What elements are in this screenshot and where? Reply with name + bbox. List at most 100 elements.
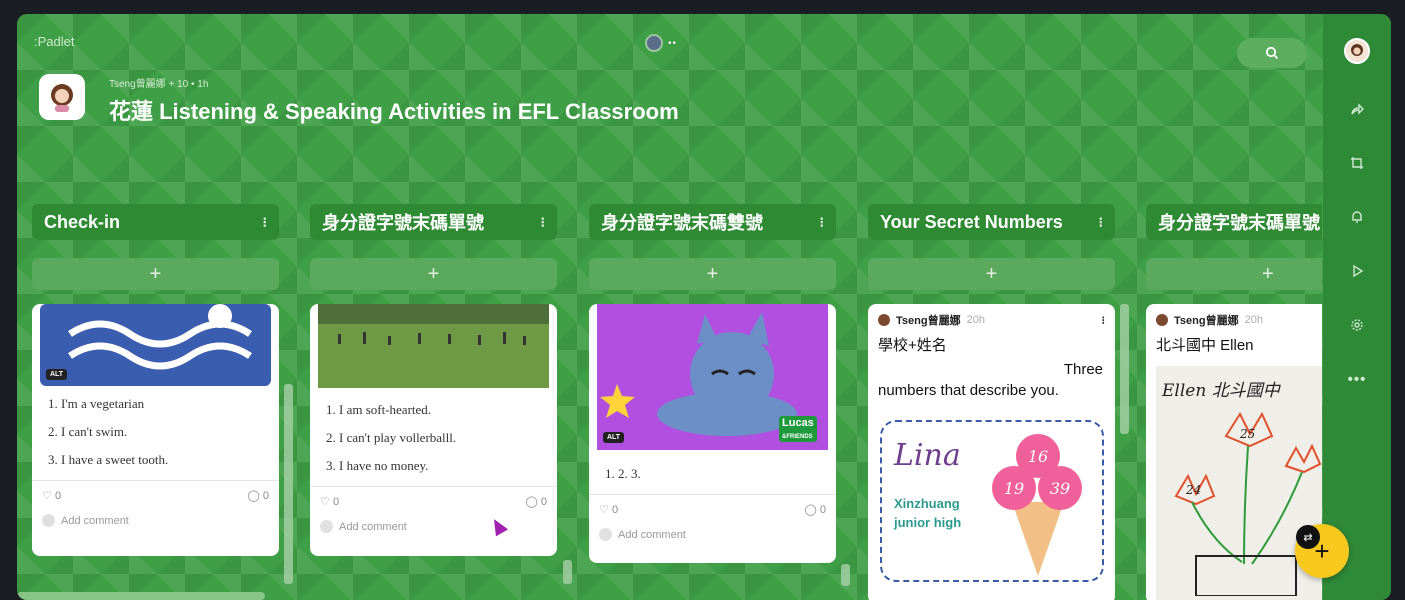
- post-body-line1: Three: [1063, 361, 1103, 378]
- share-button[interactable]: [1340, 92, 1374, 126]
- comment-button[interactable]: ◯ 0: [805, 503, 827, 516]
- post-card[interactable]: ALT Lucas &FRIENDS 1. 2. 3. ♡ 0 ◯ 0 Add …: [589, 304, 836, 563]
- post-card[interactable]: Tseng曾麗娜 20h ⁝ 學校+姓名 Three numbers that …: [868, 304, 1115, 600]
- share-icon: [1351, 103, 1364, 115]
- comment-icon: ◯: [525, 496, 538, 508]
- presence-indicator[interactable]: ••: [645, 34, 677, 52]
- comment-count: 0: [262, 490, 269, 502]
- author-avatar: [1156, 314, 1168, 326]
- post-footer: ♡ 0 ◯ 0: [589, 495, 836, 516]
- add-post-button[interactable]: +: [32, 258, 279, 290]
- column-scrollbar[interactable]: [563, 560, 572, 584]
- add-post-button[interactable]: +: [310, 258, 557, 290]
- add-comment-field[interactable]: Add comment: [310, 508, 557, 543]
- column-title: 身分證字號末碼單號: [1158, 213, 1320, 233]
- add-post-button[interactable]: +: [868, 258, 1115, 290]
- column-menu-icon[interactable]: ⁝: [820, 214, 824, 231]
- heart-icon: ♡: [320, 496, 330, 508]
- scoop-number: 16: [1028, 447, 1048, 466]
- notifications-button[interactable]: [1340, 200, 1374, 234]
- handwriting: Ellen 北斗國中: [1162, 381, 1280, 401]
- board-avatar[interactable]: [39, 74, 85, 120]
- column-scrollbar[interactable]: [841, 564, 850, 586]
- search-button[interactable]: [1237, 38, 1307, 68]
- column-header[interactable]: 身分證字號末碼單號 ⁝: [310, 204, 557, 240]
- post-title: 北斗國中 Ellen: [1156, 337, 1254, 354]
- avatar-icon: [51, 84, 73, 112]
- column-title: 身分證字號末碼單號: [322, 213, 484, 233]
- comment-button[interactable]: ◯ 0: [248, 489, 270, 502]
- add-comment-label: Add comment: [61, 514, 129, 527]
- user-avatar: [42, 514, 55, 527]
- author-avatar: [878, 314, 890, 326]
- post-card[interactable]: ALT 1. I'm a vegetarian 2. I can't swim.…: [32, 304, 279, 556]
- add-post-button[interactable]: +: [1146, 258, 1322, 290]
- horizontal-scrollbar[interactable]: [17, 592, 265, 600]
- column-menu-icon[interactable]: ⁝: [541, 214, 545, 231]
- post-body: 1. I am soft-hearted. 2. I can't play vo…: [310, 388, 557, 474]
- add-post-button[interactable]: +: [589, 258, 836, 290]
- viewer-avatar: [645, 34, 663, 52]
- list-item: 3. I have a sweet tooth.: [48, 452, 169, 467]
- padlet-logo[interactable]: :Padlet: [34, 34, 74, 49]
- user-avatar: [599, 528, 612, 541]
- presence-dots: ••: [668, 37, 678, 49]
- column-scrollbar[interactable]: [1120, 304, 1129, 434]
- settings-button[interactable]: [1340, 308, 1374, 342]
- padlet-board: :Padlet •• Tseng曾麗娜 + 10 • 1h 花蓮 Listeni…: [17, 14, 1391, 600]
- column-check-in: Check-in ⁝ +: [32, 204, 279, 290]
- like-button[interactable]: ♡ 0: [42, 489, 61, 502]
- like-count: 0: [54, 490, 62, 502]
- column-even-id: 身分證字號末碼雙號 ⁝ +: [589, 204, 836, 290]
- column-menu-icon[interactable]: ⁝: [263, 214, 267, 231]
- list-item: 2. I can't swim.: [48, 424, 128, 439]
- column-header[interactable]: 身分證字號末碼單號: [1146, 204, 1322, 240]
- more-button[interactable]: •••: [1340, 362, 1374, 396]
- alt-badge[interactable]: ALT: [603, 432, 625, 443]
- column-header[interactable]: Your Secret Numbers ⁝: [868, 204, 1115, 240]
- frame-button[interactable]: [1340, 146, 1374, 180]
- column-header[interactable]: 身分證字號末碼雙號 ⁝: [589, 204, 836, 240]
- gear-icon: [1351, 319, 1363, 331]
- remake-icon[interactable]: ⇄: [1296, 525, 1320, 549]
- like-button[interactable]: ♡ 0: [320, 495, 339, 508]
- like-count: 0: [611, 504, 619, 516]
- frame-icon: [1351, 157, 1363, 169]
- post-menu-icon[interactable]: ⁝: [1102, 314, 1106, 327]
- comment-button[interactable]: ◯ 0: [526, 495, 548, 508]
- flower-drawing: 24 25: [1174, 411, 1322, 596]
- comment-icon: ◯: [247, 490, 260, 502]
- search-icon: [1265, 46, 1279, 60]
- add-comment-field[interactable]: Add comment: [32, 502, 279, 537]
- column-menu-icon[interactable]: ⁝: [1099, 214, 1103, 231]
- post-footer: ♡ 0 ◯ 0: [32, 481, 279, 502]
- like-button[interactable]: ♡ 0: [599, 503, 618, 516]
- post-title: 學校+姓名: [878, 337, 947, 354]
- field-photo[interactable]: [318, 304, 549, 388]
- ice-cream-graphic: 16 19 39: [992, 434, 1082, 576]
- alt-badge[interactable]: ALT: [46, 369, 68, 380]
- comment-icon: ◯: [804, 504, 817, 516]
- list-item: 1. I'm a vegetarian: [48, 396, 145, 411]
- post-card[interactable]: 1. I am soft-hearted. 2. I can't play vo…: [310, 304, 557, 556]
- comment-count: 0: [819, 504, 826, 516]
- post-author: Tseng曾麗娜 20h: [1146, 304, 1322, 328]
- user-avatar: [320, 520, 333, 533]
- post-author: Tseng曾麗娜 20h ⁝: [868, 304, 1115, 328]
- list-item: 2. I can't play vollerballl.: [326, 430, 457, 445]
- author-name: Tseng曾麗娜: [1174, 315, 1239, 327]
- right-toolbar: •••: [1323, 14, 1391, 600]
- ice-cream-image[interactable]: Lina Xinzhuang junior high 16 19 39: [880, 420, 1104, 582]
- account-avatar[interactable]: [1344, 38, 1370, 64]
- author-name: Tseng曾麗娜: [896, 315, 961, 327]
- flower-number: 24: [1185, 483, 1201, 497]
- post-body: 1. 2. 3.: [589, 450, 836, 482]
- column-scrollbar[interactable]: [284, 384, 293, 584]
- column-header[interactable]: Check-in ⁝: [32, 204, 279, 240]
- column-title: 身分證字號末碼雙號: [601, 213, 763, 233]
- column-odd-id-2: 身分證字號末碼單號 +: [1146, 204, 1322, 290]
- add-comment-field[interactable]: Add comment: [589, 516, 836, 551]
- slideshow-button[interactable]: [1340, 254, 1374, 288]
- drawing-image[interactable]: Ellen 北斗國中 24 25: [1156, 366, 1322, 600]
- waves-image[interactable]: [40, 304, 271, 386]
